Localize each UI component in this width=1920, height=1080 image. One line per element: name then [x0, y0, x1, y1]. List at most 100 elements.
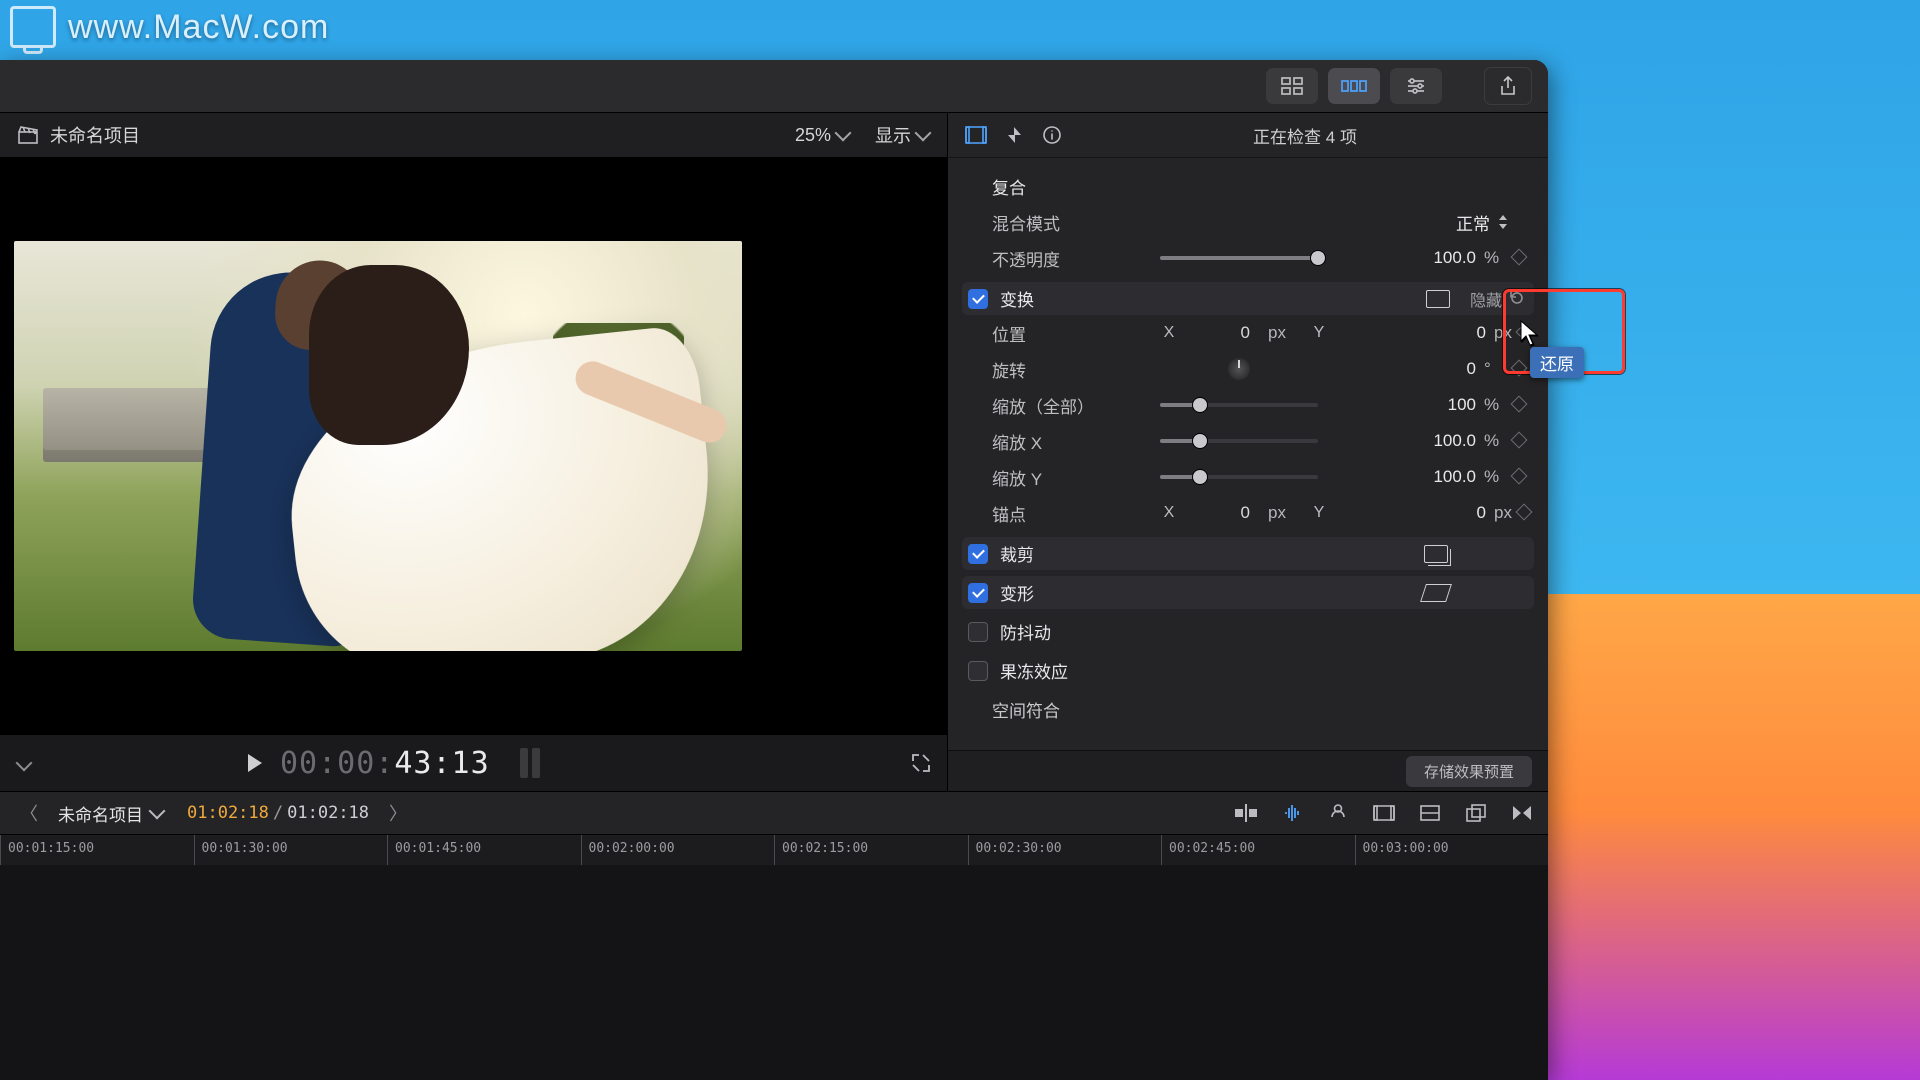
app-window: 未命名项目 25% 显示 00:00:43:13 — [0, 60, 1548, 1080]
transform-reset-button[interactable] — [1508, 289, 1528, 309]
timeline-ruler[interactable]: 00:01:15:00 00:01:30:00 00:01:45:00 00:0… — [0, 834, 1548, 865]
transform-checkbox[interactable] — [968, 289, 988, 309]
blend-mode-row: 混合模式 正常 — [962, 204, 1534, 240]
scale-y-row: 缩放 Y 100.0% — [962, 459, 1534, 495]
timeline-tools — [1234, 802, 1534, 824]
inspector-header: 正在检查 4 项 — [948, 113, 1548, 158]
viewer-canvas-area[interactable] — [0, 157, 947, 734]
play-button[interactable] — [248, 754, 262, 772]
position-row: 位置 X 0 px Y 0px — [962, 315, 1534, 351]
viewer-timecode[interactable]: 00:00:43:13 — [280, 746, 490, 781]
step-buttons[interactable] — [520, 748, 540, 778]
scale-x-slider[interactable] — [1160, 439, 1318, 443]
distort-onscreen-button[interactable] — [1414, 584, 1458, 602]
opacity-label: 不透明度 — [992, 246, 1160, 271]
timecode-dim: 00:00: — [280, 746, 394, 781]
crop-checkbox[interactable] — [968, 544, 988, 564]
rotation-dial[interactable] — [1228, 358, 1250, 380]
distort-section-header[interactable]: 变形 — [962, 576, 1534, 609]
anchor-y-value[interactable]: 0 — [1432, 503, 1486, 523]
blend-mode-dropdown[interactable]: 正常 — [1318, 210, 1508, 235]
distort-checkbox[interactable] — [968, 583, 988, 603]
scale-x-value[interactable]: 100.0 — [1422, 431, 1476, 451]
view-dropdown[interactable]: 显示 — [875, 122, 929, 148]
crop-section-header[interactable]: 裁剪 — [962, 537, 1534, 570]
timeline-project-name: 未命名项目 — [58, 801, 143, 826]
crop-onscreen-button[interactable] — [1414, 545, 1458, 563]
position-x-value[interactable]: 0 — [1196, 323, 1250, 343]
timeline-next-button[interactable]: 〉 — [383, 800, 413, 826]
stabilize-section-header[interactable]: 防抖动 — [962, 615, 1534, 648]
solo-button[interactable] — [1326, 802, 1350, 824]
timeline-duplicate-button[interactable] — [1464, 802, 1488, 824]
rolling-section-header[interactable]: 果冻效应 — [962, 654, 1534, 687]
transform-onscreen-button[interactable] — [1416, 290, 1460, 308]
layout-adjust-button[interactable] — [1390, 68, 1442, 104]
anchor-x-value[interactable]: 0 — [1196, 503, 1250, 523]
video-inspector-tab[interactable] — [964, 123, 988, 147]
project-title: 未命名项目 — [50, 122, 140, 148]
save-effect-preset-button[interactable]: 存储效果预置 — [1406, 756, 1532, 787]
top-toolbar — [0, 60, 1548, 113]
opacity-value[interactable]: 100.0 — [1422, 248, 1476, 268]
timeline-index-button[interactable] — [1418, 802, 1442, 824]
scale-y-keyframe[interactable] — [1508, 467, 1530, 487]
rolling-title: 果冻效应 — [1000, 658, 1528, 683]
rotation-keyframe[interactable] — [1508, 359, 1530, 379]
scale-y-value[interactable]: 100.0 — [1422, 467, 1476, 487]
blend-mode-value: 正常 — [1456, 210, 1490, 235]
chevron-down-icon[interactable] — [16, 755, 33, 772]
clapboard-icon — [18, 126, 38, 144]
chevron-down-icon — [149, 803, 166, 820]
stabilize-title: 防抖动 — [1000, 619, 1528, 644]
ruler-tick: 00:01:45:00 — [395, 841, 481, 856]
ruler-tick: 00:02:00:00 — [589, 841, 675, 856]
opacity-slider[interactable] — [1160, 256, 1318, 260]
mac-logo-icon — [10, 6, 56, 48]
timeline-prev-button[interactable]: 〈 — [14, 800, 44, 826]
inspector-footer: 存储效果预置 — [948, 750, 1548, 791]
rolling-checkbox[interactable] — [968, 661, 988, 681]
scale-all-label: 缩放（全部） — [992, 393, 1160, 418]
position-y-value[interactable]: 0 — [1432, 323, 1486, 343]
share-button[interactable] — [1484, 67, 1532, 105]
watermark-text: www.MacW.com — [68, 8, 329, 47]
timeline-bowtie-button[interactable] — [1510, 802, 1534, 824]
inspector-panel: 正在检查 4 项 复合 混合模式 正常 不透明度 100.0% — [948, 113, 1548, 791]
timeline-project-dropdown[interactable]: 未命名项目 — [58, 801, 163, 826]
opacity-keyframe[interactable] — [1508, 248, 1530, 268]
timeline-current-time: 01:02:18 — [187, 803, 269, 823]
info-inspector-tab[interactable] — [1040, 123, 1064, 147]
anchor-row: 锚点 X 0 px Y 0px — [962, 495, 1534, 531]
scale-all-slider[interactable] — [1160, 403, 1318, 407]
skimming-button[interactable] — [1234, 802, 1258, 824]
timeline-body[interactable] — [0, 865, 1548, 1080]
rotation-value[interactable]: 0 — [1422, 359, 1476, 379]
scale-all-keyframe[interactable] — [1508, 395, 1530, 415]
crop-title: 裁剪 — [1000, 541, 1414, 566]
timeline-total-time: 01:02:18 — [287, 803, 369, 823]
fullscreen-button[interactable] — [911, 753, 931, 773]
scale-x-keyframe[interactable] — [1508, 431, 1530, 451]
layout-filmstrip-button[interactable] — [1328, 68, 1380, 104]
snapping-button[interactable] — [1372, 802, 1396, 824]
zoom-dropdown[interactable]: 25% — [795, 125, 849, 146]
ruler-tick: 00:02:45:00 — [1169, 841, 1255, 856]
layout-grid-button[interactable] — [1266, 68, 1318, 104]
watermark: www.MacW.com — [10, 6, 329, 48]
ruler-tick: 00:01:30:00 — [202, 841, 288, 856]
scale-y-slider[interactable] — [1160, 475, 1318, 479]
anchor-keyframe[interactable] — [1518, 503, 1530, 523]
anchor-label: 锚点 — [992, 501, 1160, 526]
position-keyframe[interactable] — [1518, 323, 1530, 343]
transform-hide-link[interactable]: 隐藏 — [1470, 287, 1502, 311]
timecode-bright: 43:13 — [394, 746, 489, 781]
scale-x-row: 缩放 X 100.0% — [962, 423, 1534, 459]
generator-inspector-tab[interactable] — [1002, 123, 1026, 147]
audio-skimming-button[interactable] — [1280, 802, 1304, 824]
stabilize-checkbox[interactable] — [968, 622, 988, 642]
scale-all-value[interactable]: 100 — [1422, 395, 1476, 415]
distort-title: 变形 — [1000, 580, 1414, 605]
ruler-tick: 00:02:30:00 — [976, 841, 1062, 856]
transform-section-header[interactable]: 变换 隐藏 — [962, 282, 1534, 315]
